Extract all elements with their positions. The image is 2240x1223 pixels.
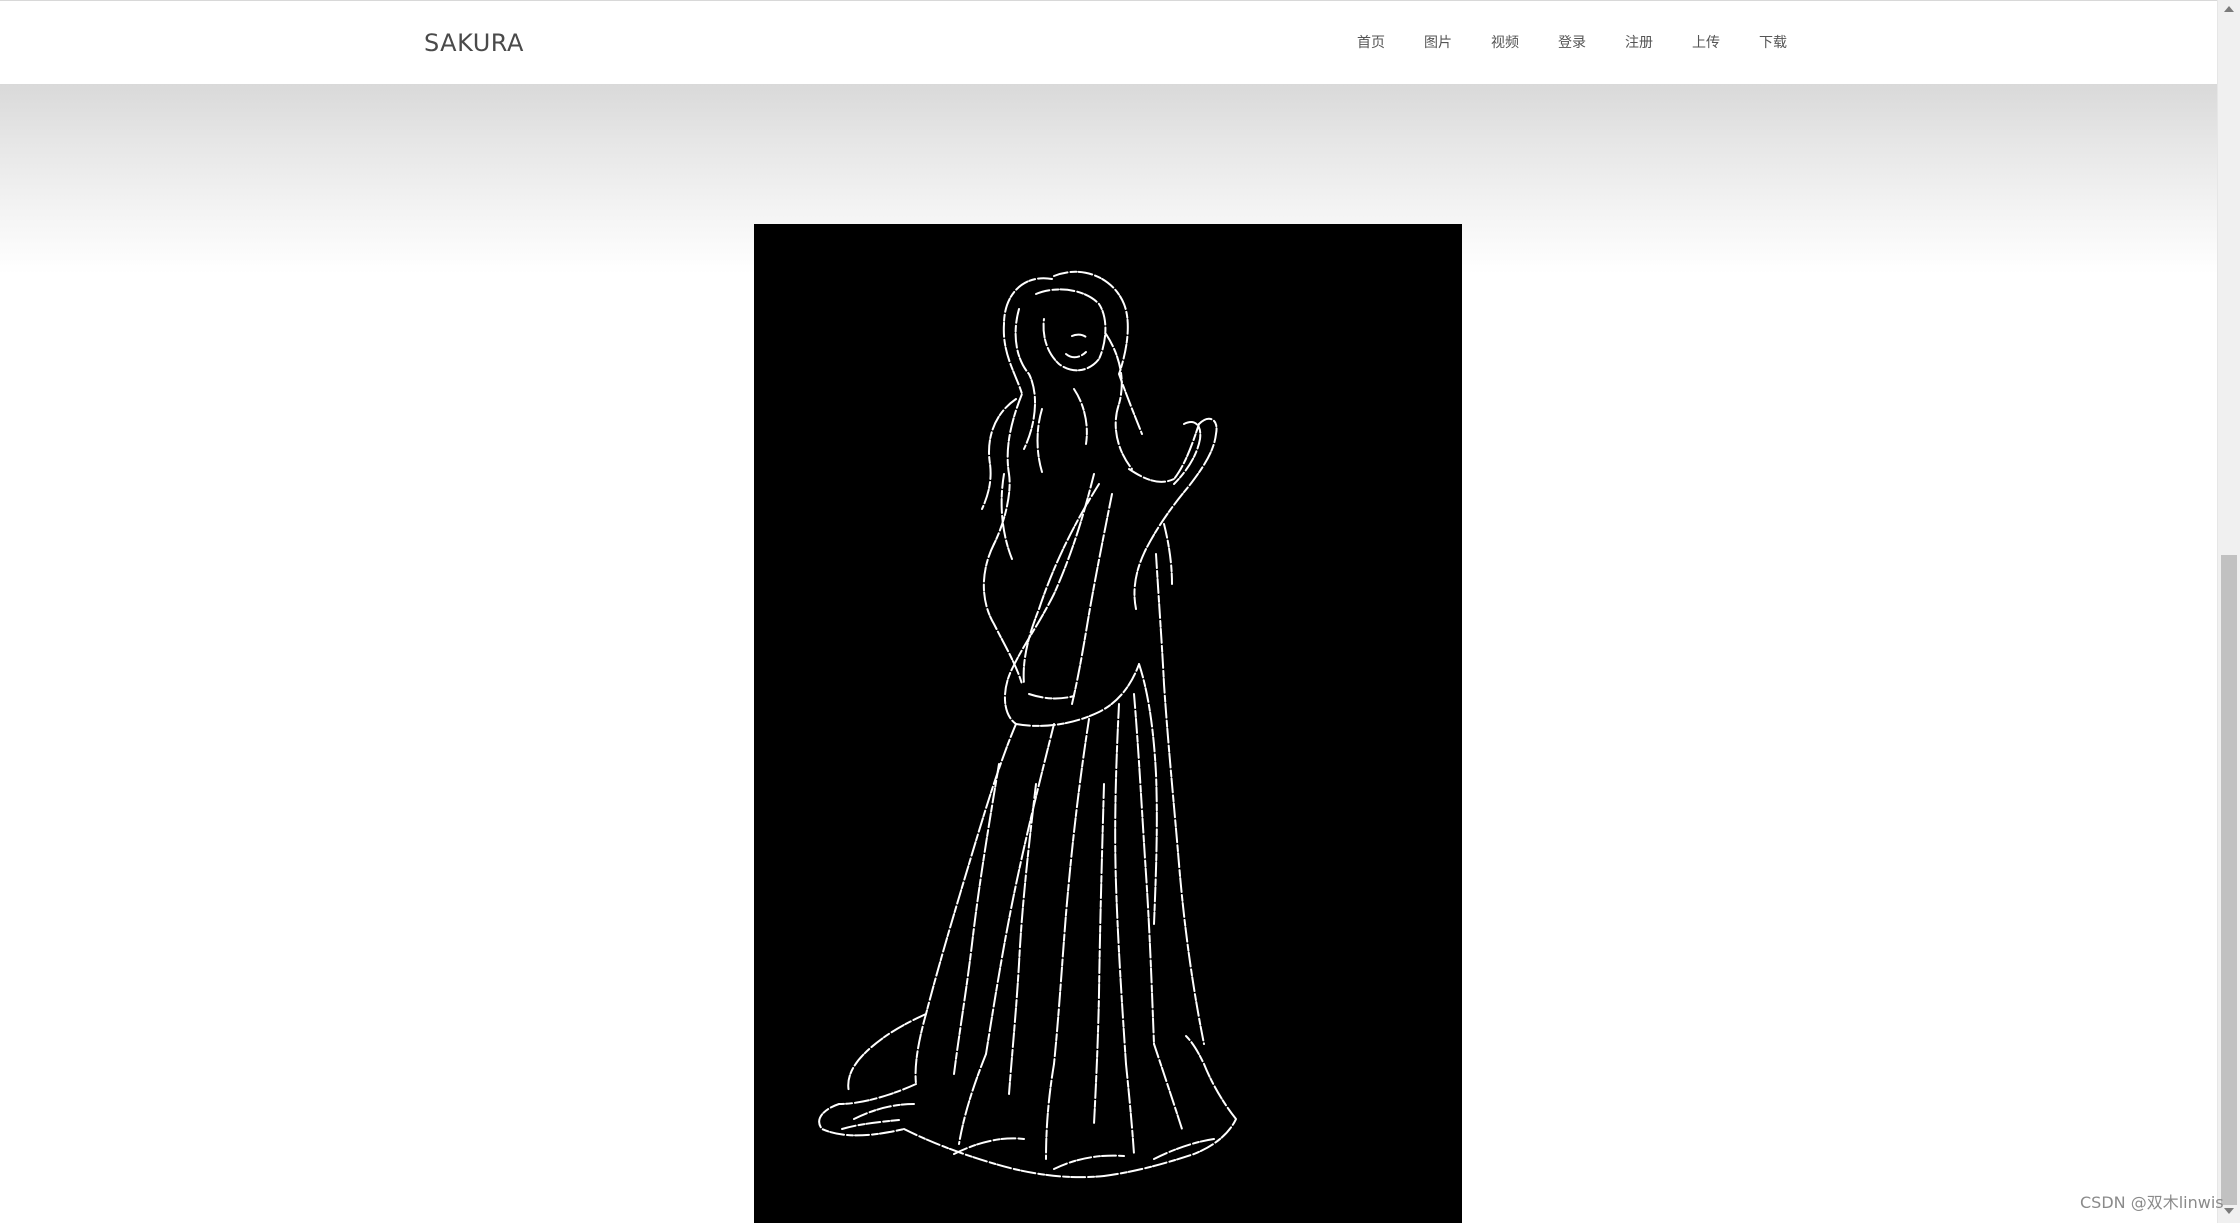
vertical-scrollbar[interactable] bbox=[2217, 0, 2240, 1223]
nav-link-register[interactable]: 注册 bbox=[1625, 33, 1692, 53]
edge-detected-figure-image bbox=[754, 224, 1462, 1223]
figure-line-art bbox=[818, 270, 1237, 1179]
nav-link-login[interactable]: 登录 bbox=[1558, 33, 1625, 53]
page: SAKURA 首页 图片 视频 登录 注册 上传 下载 CSDN @双木linw… bbox=[0, 0, 2240, 1223]
scroll-up-arrow-icon[interactable] bbox=[2224, 6, 2234, 12]
scrollbar-thumb[interactable] bbox=[2221, 555, 2237, 1205]
csdn-watermark: CSDN @双木linwis bbox=[2080, 1193, 2224, 1212]
top-navbar: SAKURA 首页 图片 视频 登录 注册 上传 下载 bbox=[0, 0, 2217, 84]
brand-logo-link[interactable]: SAKURA bbox=[424, 28, 524, 58]
nav-link-videos[interactable]: 视频 bbox=[1491, 33, 1558, 53]
nav-link-images[interactable]: 图片 bbox=[1424, 33, 1491, 53]
nav-link-upload[interactable]: 上传 bbox=[1692, 33, 1759, 53]
nav-link-home[interactable]: 首页 bbox=[1357, 33, 1424, 53]
nav-link-download[interactable]: 下载 bbox=[1759, 33, 1826, 53]
scroll-down-arrow-icon[interactable] bbox=[2224, 1208, 2234, 1214]
nav-links: 首页 图片 视频 登录 注册 上传 下载 bbox=[1357, 33, 1826, 53]
